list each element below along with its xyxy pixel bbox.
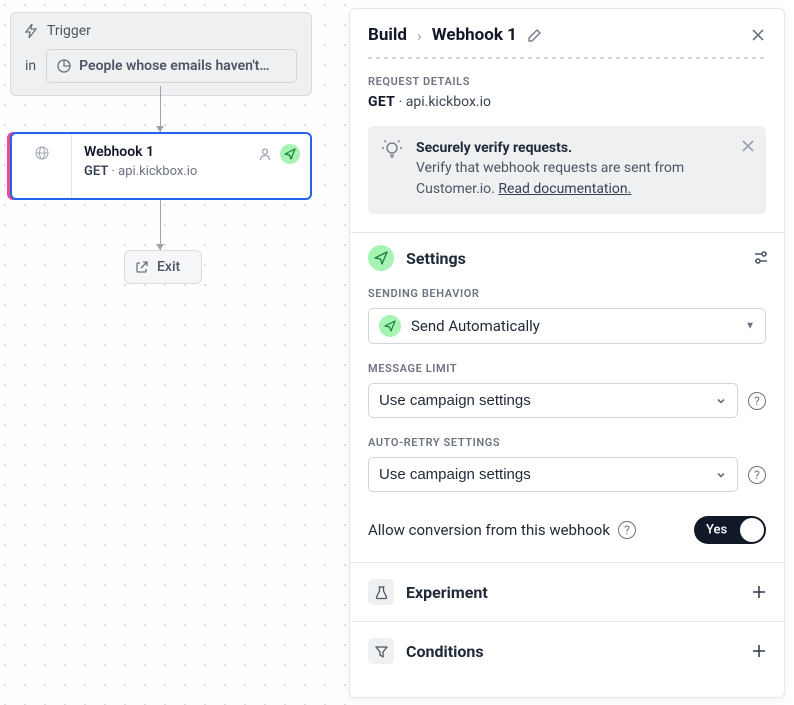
- workflow-canvas[interactable]: Trigger in People whose emails haven't… …: [0, 0, 349, 705]
- lightbulb-icon: [382, 140, 402, 200]
- dashed-divider: [368, 57, 766, 59]
- exit-label: Exit: [157, 259, 180, 275]
- sending-behavior-select[interactable]: Send Automatically ▼: [368, 308, 766, 344]
- connector-line: [160, 200, 161, 250]
- settings-advanced-icon[interactable]: [752, 249, 770, 267]
- trigger-filter-chip[interactable]: People whose emails haven't…: [46, 49, 297, 83]
- webhook-node[interactable]: Webhook 1 GET · api.kickbox.io: [10, 132, 312, 200]
- webhook-node-subtitle: GET · api.kickbox.io: [84, 164, 298, 179]
- close-panel-icon[interactable]: [750, 27, 766, 43]
- breadcrumb: Build › Webhook 1: [368, 25, 542, 45]
- trigger-node[interactable]: Trigger in People whose emails haven't…: [10, 12, 312, 96]
- toggle-knob: [740, 518, 764, 542]
- send-status-badge: [280, 144, 300, 164]
- conditions-add-icon[interactable]: [750, 642, 768, 660]
- sending-behavior-value: Send Automatically: [411, 317, 540, 335]
- banner-body: Verify that webhook requests are sent fr…: [416, 158, 726, 200]
- auto-retry-label: Auto-Retry Settings: [368, 436, 766, 449]
- bolt-icon: [25, 24, 37, 38]
- segment-icon: [57, 59, 71, 73]
- filter-icon: [368, 638, 394, 664]
- edit-name-icon[interactable]: [527, 28, 542, 43]
- request-details-line: GET · api.kickbox.io: [368, 94, 766, 110]
- settings-heading: Settings: [406, 249, 466, 268]
- trigger-label: Trigger: [47, 23, 91, 39]
- experiment-heading: Experiment: [406, 583, 488, 602]
- webhook-thumbnail: [12, 134, 72, 198]
- conditions-section[interactable]: Conditions: [350, 621, 784, 680]
- message-limit-label: Message Limit: [368, 362, 766, 375]
- banner-title: Securely verify requests.: [416, 140, 726, 156]
- settings-send-icon: [368, 245, 394, 271]
- conditions-heading: Conditions: [406, 642, 484, 661]
- experiment-add-icon[interactable]: [750, 583, 768, 601]
- external-link-icon: [135, 260, 149, 274]
- exit-node[interactable]: Exit: [124, 250, 202, 284]
- auto-retry-select-wrap: Use campaign settings: [368, 457, 738, 492]
- info-banner: Securely verify requests. Verify that we…: [368, 126, 766, 214]
- auto-retry-select[interactable]: Use campaign settings: [369, 458, 737, 491]
- chevron-down-icon: ▼: [745, 321, 755, 332]
- experiment-section[interactable]: Experiment: [350, 562, 784, 621]
- banner-docs-link[interactable]: Read documentation.: [498, 181, 631, 197]
- toggle-value-label: Yes: [706, 523, 727, 538]
- conversion-label: Allow conversion from this webhook: [368, 521, 610, 539]
- auto-retry-help-icon[interactable]: ?: [748, 466, 766, 484]
- conversion-toggle[interactable]: Yes: [694, 516, 766, 544]
- send-icon: [379, 315, 401, 337]
- sending-behavior-label: Sending Behavior: [368, 287, 766, 300]
- detail-panel: Build › Webhook 1 Request Details GET · …: [349, 8, 785, 698]
- trigger-in-label: in: [25, 58, 36, 74]
- message-limit-help-icon[interactable]: ?: [748, 392, 766, 410]
- message-limit-select-wrap: Use campaign settings: [368, 383, 738, 418]
- trigger-filter-text: People whose emails haven't…: [79, 58, 269, 74]
- message-limit-select[interactable]: Use campaign settings: [369, 384, 737, 417]
- request-details-heading: Request Details: [368, 75, 766, 88]
- person-icon: [258, 147, 272, 161]
- breadcrumb-root[interactable]: Build: [368, 25, 407, 45]
- conversion-help-icon[interactable]: ?: [618, 521, 636, 539]
- breadcrumb-current: Webhook 1: [432, 25, 517, 45]
- globe-icon: [35, 146, 49, 160]
- beaker-icon: [368, 579, 394, 605]
- banner-close-icon[interactable]: [740, 138, 756, 154]
- chevron-right-icon: ›: [417, 26, 422, 45]
